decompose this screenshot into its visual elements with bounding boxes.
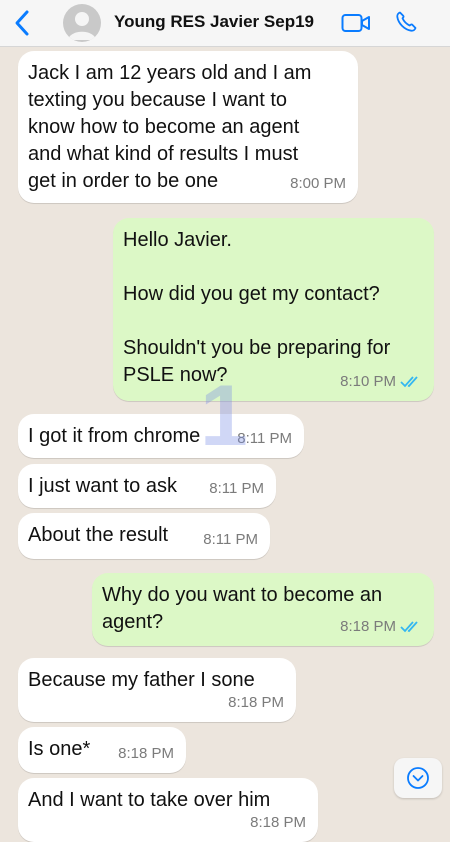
message-meta: 8:10 PM: [340, 368, 422, 395]
message-meta: 8:11 PM: [209, 475, 264, 502]
message-meta: 8:18 PM: [118, 740, 174, 767]
phone-icon[interactable]: [394, 10, 418, 34]
video-camera-icon[interactable]: [341, 12, 371, 34]
incoming-message[interactable]: About the result 8:11 PM: [18, 513, 270, 559]
chevron-left-icon[interactable]: [12, 9, 32, 37]
message-meta: 8:00 PM: [290, 170, 346, 197]
incoming-message[interactable]: Jack I am 12 years old and I am texting …: [18, 51, 358, 203]
message-time: 8:18 PM: [228, 694, 284, 711]
incoming-message[interactable]: And I want to take over him 8:18 PM: [18, 778, 318, 842]
message-time: 8:18 PM: [118, 745, 174, 762]
chat-header: Young RES Javier Sep19: [0, 0, 450, 47]
read-ticks-icon: [400, 620, 418, 632]
message-meta: 8:18 PM: [228, 689, 284, 716]
avatar[interactable]: [63, 4, 101, 42]
outgoing-message[interactable]: Hello Javier. How did you get my contact…: [113, 218, 434, 401]
contact-name[interactable]: Young RES Javier Sep19: [114, 12, 314, 32]
outgoing-message[interactable]: Why do you want to become an agent? 8:18…: [92, 573, 434, 646]
message-time: 8:10 PM: [340, 373, 396, 390]
incoming-message[interactable]: I just want to ask 8:11 PM: [18, 464, 276, 508]
scroll-down-button[interactable]: [394, 758, 442, 798]
message-time: 8:11 PM: [203, 531, 258, 548]
message-time: 8:18 PM: [340, 618, 396, 635]
message-time: 8:18 PM: [250, 814, 306, 831]
message-meta: 8:11 PM: [203, 526, 258, 553]
message-time: 8:11 PM: [209, 480, 264, 497]
message-meta: 8:18 PM: [250, 809, 306, 836]
read-ticks-icon: [400, 375, 418, 387]
watermark-number: 1: [200, 368, 248, 464]
message-text: Hello Javier. How did you get my contact…: [123, 229, 391, 386]
incoming-message[interactable]: Is one* 8:18 PM: [18, 727, 186, 773]
chevron-down-circle-icon: [407, 767, 429, 789]
message-meta: 8:18 PM: [340, 613, 422, 640]
incoming-message[interactable]: Because my father I sone 8:18 PM: [18, 658, 296, 722]
message-time: 8:00 PM: [290, 175, 346, 192]
incoming-message[interactable]: I got it from chrome 8:11 PM: [18, 414, 304, 458]
